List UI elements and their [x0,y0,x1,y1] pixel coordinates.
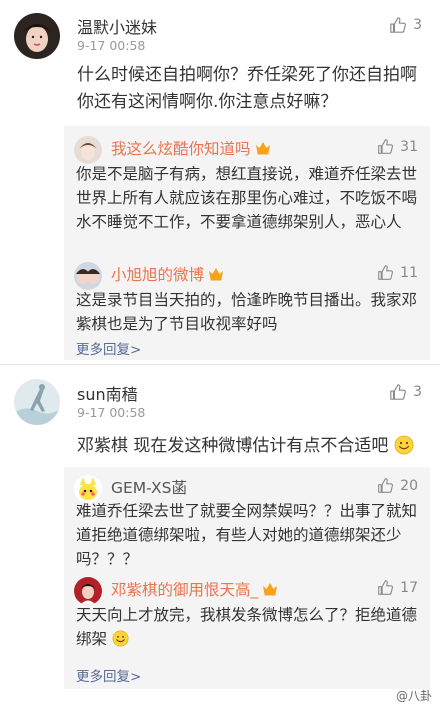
comment-item: sun南穑 9-17 00:58 3 邓紫棋 现在发这种微博估计有点不合适吧 G… [0,364,440,707]
like-button[interactable]: 31 [377,138,418,155]
thumbs-up-icon [377,477,394,494]
smile-emoji-icon [394,435,414,455]
reply-text: 这是录节目当天拍的，恰逢昨晚节目播出。我家邓紫棋也是为了节目收视率好吗 [76,291,418,333]
like-button[interactable]: 3 [389,16,422,34]
more-replies-link[interactable]: 更多回复> [76,338,141,358]
more-replies-link[interactable]: 更多回复> [76,665,141,685]
reply-username[interactable]: GEM-XS菡 [111,476,187,498]
like-button[interactable]: 20 [377,477,418,494]
avatar[interactable] [74,262,102,290]
comment-item: 温默小迷妹 9-17 00:58 3 什么时候还自拍啊你？乔任梁死了你还自拍啊你… [0,0,440,364]
thumbs-up-icon [377,579,394,596]
username[interactable]: sun南穑 [77,381,138,405]
like-count: 3 [413,384,422,400]
vip-badge-icon [255,141,271,155]
vip-badge-icon [208,267,224,281]
reply-list: 我这么炫酷你知道吗 31 你是不是脑子有病，想红直接说，难道乔任梁去世世界上所有… [64,126,430,360]
reply-username-label: 邓紫棋的御用恨天高_ [111,581,259,599]
timestamp: 9-17 00:58 [77,405,146,420]
like-button[interactable]: 11 [377,264,418,281]
reply-text: 天天向上才放完，我棋发条微博怎么了？拒绝道德绑架 [76,603,418,651]
avatar[interactable] [74,136,102,164]
like-count: 3 [413,17,422,33]
like-count: 20 [400,477,418,494]
like-count: 11 [400,264,418,281]
like-count: 31 [400,138,418,155]
thumbs-up-icon [389,16,407,34]
comment-text-label: 邓紫棋 现在发这种微博估计有点不合适吧 [77,436,389,456]
like-button[interactable]: 3 [389,383,422,401]
smile-emoji-icon [112,630,129,647]
thumbs-up-icon [389,383,407,401]
thumbs-up-icon [377,264,394,281]
reply-list: GEM-XS菡 20 难道乔任梁去世了就要全网禁娱吗？？出事了就知道拒绝道德绑架… [64,467,430,689]
reply-username[interactable]: 邓紫棋的御用恨天高_ [111,578,278,600]
comment-text: 什么时候还自拍啊你？乔任梁死了你还自拍啊你还有这闲情啊你.你注意点好嘛？ [77,65,417,112]
avatar[interactable] [74,577,102,605]
avatar[interactable] [14,379,60,425]
reply-username-label: GEM-XS菡 [111,479,187,497]
reply-username[interactable]: 小旭旭的微博 [111,263,224,285]
reply-text: 难道乔任梁去世了就要全网禁娱吗？？出事了就知道拒绝道德绑架啦，有些人对她的道德绑… [76,502,418,568]
reply-username-label: 小旭旭的微博 [111,266,205,284]
like-count: 17 [400,579,418,596]
reply-text: 你是不是脑子有病，想红直接说，难道乔任梁去世世界上所有人就应该在那里伤心难过，不… [76,165,418,231]
thumbs-up-icon [377,138,394,155]
username[interactable]: 温默小迷妹 [77,14,157,38]
watermark: @八卦 [395,689,432,703]
comment-text: 邓紫棋 现在发这种微博估计有点不合适吧 [77,433,422,460]
like-button[interactable]: 17 [377,579,418,596]
timestamp: 9-17 00:58 [77,38,146,53]
avatar[interactable] [14,13,60,59]
vip-badge-icon [262,582,278,596]
reply-username[interactable]: 我这么炫酷你知道吗 [111,137,271,159]
reply-username-label: 我这么炫酷你知道吗 [111,140,251,158]
